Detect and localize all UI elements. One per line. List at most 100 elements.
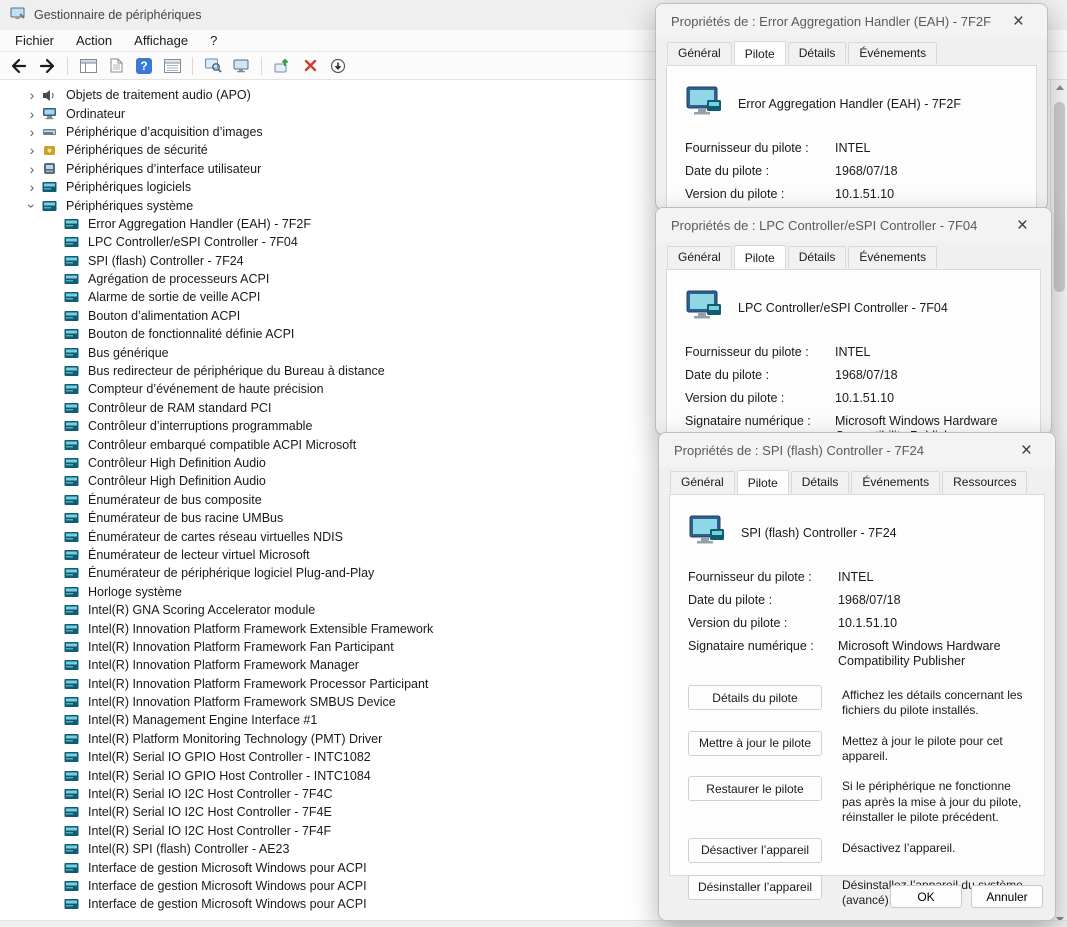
close-icon[interactable]: × — [1009, 214, 1036, 237]
scan-hardware-icon[interactable] — [200, 54, 226, 78]
tab-details[interactable]: Détails — [788, 246, 847, 268]
tree-device-label: Contrôleur d’interruptions programmable — [85, 419, 315, 433]
help-icon[interactable]: ? — [131, 54, 157, 78]
close-icon[interactable]: × — [1005, 10, 1032, 33]
export-list-icon[interactable] — [159, 54, 185, 78]
update-driver-button[interactable]: Mettre à jour le pilote — [688, 731, 822, 756]
device-icon — [62, 751, 80, 763]
tree-device-label: Interface de gestion Microsoft Windows p… — [85, 861, 370, 875]
tab-evenements[interactable]: Événements — [851, 471, 940, 493]
rollback-driver-button[interactable]: Restaurer le pilote — [688, 776, 822, 801]
uninstall-device-icon[interactable] — [297, 54, 323, 78]
toolbar-separator — [67, 57, 68, 75]
disable-device-icon[interactable] — [325, 54, 351, 78]
properties-document-icon[interactable] — [103, 54, 129, 78]
tree-device-label: Intel(R) Innovation Platform Framework P… — [85, 677, 431, 691]
device-icon — [62, 402, 80, 414]
update-driver-icon[interactable] — [269, 54, 295, 78]
device-icon — [62, 273, 80, 285]
device-icon — [685, 290, 723, 325]
tree-device-label: Intel(R) Serial IO I2C Host Controller -… — [85, 824, 334, 838]
tree-device-label: Intel(R) Innovation Platform Framework M… — [85, 658, 362, 672]
tab-evenements[interactable]: Événements — [848, 42, 937, 64]
tab-general[interactable]: Général — [667, 42, 732, 64]
tab-general[interactable]: Général — [667, 246, 732, 268]
software-device-icon — [40, 181, 58, 193]
ok-button[interactable]: OK — [890, 885, 962, 908]
disable-device-description: Désactivez l’appareil. — [842, 838, 1026, 856]
expand-chevron-icon[interactable]: › — [24, 161, 40, 177]
tab-details[interactable]: Détails — [791, 471, 850, 493]
tree-category-label: Périphérique d’acquisition d’images — [63, 125, 266, 139]
menu-action[interactable]: Action — [65, 31, 123, 50]
driver-fields: Fournisseur du pilote :INTEL Date du pil… — [688, 570, 1026, 669]
tree-device-label: Agrégation de processeurs ACPI — [85, 272, 272, 286]
tab-general[interactable]: Général — [670, 471, 735, 493]
cancel-button[interactable]: Annuler — [971, 885, 1043, 908]
tree-category-label: Ordinateur — [63, 107, 128, 121]
device-icon — [62, 549, 80, 561]
driver-details-button[interactable]: Détails du pilote — [688, 685, 822, 710]
field-value: 10.1.51.10 — [835, 391, 1022, 406]
properties-dialog-spi: Propriétés de : SPI (flash) Controller -… — [658, 432, 1056, 921]
device-icon — [62, 439, 80, 451]
driver-tab-page: LPC Controller/eSPI Controller - 7F04 Fo… — [666, 269, 1041, 435]
dialog-titlebar: Propriétés de : LPC Controller/eSPI Cont… — [656, 208, 1051, 242]
device-icon — [62, 420, 80, 432]
expand-chevron-icon[interactable]: › — [24, 142, 40, 158]
back-icon[interactable] — [6, 54, 32, 78]
tree-category-label: Périphériques d’interface utilisateur — [63, 162, 264, 176]
device-icon — [62, 457, 80, 469]
device-name: LPC Controller/eSPI Controller - 7F04 — [738, 301, 948, 315]
tree-device-label: Compteur d’événement de haute précision — [85, 382, 327, 396]
dialog-title: Propriétés de : LPC Controller/eSPI Cont… — [671, 218, 1009, 233]
expand-chevron-icon[interactable]: › — [24, 106, 40, 122]
tab-details[interactable]: Détails — [788, 42, 847, 64]
menu-aide[interactable]: ? — [199, 31, 228, 50]
menu-affichage[interactable]: Affichage — [123, 31, 199, 50]
security-device-icon — [40, 144, 58, 157]
device-icon — [62, 843, 80, 855]
disable-device-button[interactable]: Désactiver l’appareil — [688, 838, 822, 863]
device-icon — [62, 623, 80, 635]
tree-device-label: Intel(R) Management Engine Interface #1 — [85, 713, 320, 727]
expand-chevron-icon[interactable]: › — [24, 87, 40, 103]
expand-chevron-icon[interactable]: › — [24, 179, 40, 195]
device-icon — [62, 641, 80, 653]
device-icon — [62, 733, 80, 745]
field-value: 10.1.51.10 — [835, 187, 1018, 202]
field-label: Signataire numérique : — [688, 639, 838, 669]
console-tree-icon[interactable] — [75, 54, 101, 78]
device-icon — [688, 515, 726, 550]
tab-ressources[interactable]: Ressources — [942, 471, 1027, 493]
tab-pilote[interactable]: Pilote — [734, 245, 786, 269]
properties-dialog-lpc: Propriétés de : LPC Controller/eSPI Cont… — [655, 207, 1052, 435]
uninstall-device-button[interactable]: Désinstaller l’appareil — [688, 875, 822, 900]
device-icon — [62, 236, 80, 248]
device-icon — [62, 365, 80, 377]
tree-device-label: Contrôleur de RAM standard PCI — [85, 401, 274, 415]
tree-device-label: Contrôleur High Definition Audio — [85, 474, 269, 488]
tree-device-label: Intel(R) Serial IO GPIO Host Controller … — [85, 769, 374, 783]
scroll-up-icon[interactable] — [1051, 80, 1067, 95]
tab-evenements[interactable]: Événements — [848, 246, 937, 268]
computer-icon — [40, 107, 58, 120]
forward-icon[interactable] — [34, 54, 60, 78]
device-icon — [62, 604, 80, 616]
field-label: Version du pilote : — [688, 616, 838, 631]
field-value: INTEL — [835, 141, 1018, 156]
menu-fichier[interactable]: Fichier — [4, 31, 65, 50]
tab-pilote[interactable]: Pilote — [734, 41, 786, 65]
device-icon — [62, 898, 80, 910]
scrollbar-thumb[interactable] — [1054, 102, 1065, 292]
expand-chevron-icon[interactable]: › — [24, 124, 40, 140]
computer-help-icon[interactable] — [228, 54, 254, 78]
tree-device-label: Énumérateur de lecteur virtuel Microsoft — [85, 548, 313, 562]
tab-pilote[interactable]: Pilote — [737, 470, 789, 494]
tree-device-label: Interface de gestion Microsoft Windows p… — [85, 897, 370, 911]
device-icon — [62, 806, 80, 818]
tree-device-label: Intel(R) Innovation Platform Framework E… — [85, 622, 436, 636]
close-icon[interactable]: × — [1013, 439, 1040, 462]
collapse-chevron-icon[interactable]: › — [24, 198, 40, 214]
device-icon — [62, 218, 80, 230]
